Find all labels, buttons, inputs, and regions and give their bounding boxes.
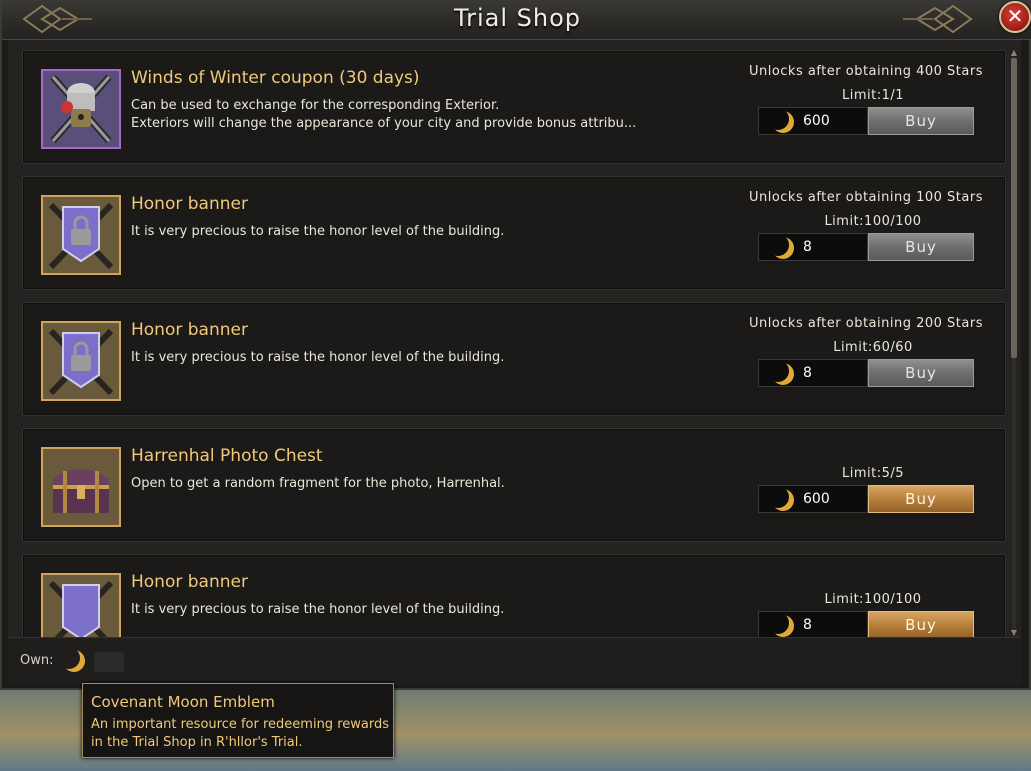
close-button[interactable]: ✕ xyxy=(999,1,1031,33)
close-icon: ✕ xyxy=(1006,4,1024,28)
item-description-line: It is very precious to raise the honor l… xyxy=(131,350,505,365)
unlock-requirement: Unlocks after obtaining 100 Stars xyxy=(748,190,983,205)
own-label: Own: xyxy=(20,653,54,668)
item-name: Honor banner xyxy=(131,194,248,214)
scroll-up-icon[interactable]: ▲ xyxy=(1009,48,1019,58)
item-description-line: Open to get a random fragment for the ph… xyxy=(131,476,505,491)
buy-button[interactable]: Buy xyxy=(868,359,974,387)
price-box: 8 xyxy=(758,611,868,637)
item-name: Honor banner xyxy=(131,320,248,340)
price-box: 8 xyxy=(758,359,868,387)
purchase-limit: Limit:100/100 xyxy=(824,214,922,229)
winter-coupon-icon xyxy=(41,69,121,149)
title-bar: Trial Shop ✕ xyxy=(2,0,1031,40)
list-scrollbar[interactable]: ▲ ▼ xyxy=(1009,48,1019,638)
tooltip-title: Covenant Moon Emblem xyxy=(91,693,275,711)
scroll-thumb[interactable] xyxy=(1011,58,1017,358)
unlock-requirement: Unlocks after obtaining 400 Stars xyxy=(748,64,983,79)
price-value: 8 xyxy=(803,365,812,381)
item-description-line: Exteriors will change the appearance of … xyxy=(131,116,637,131)
item-description-line: It is very precious to raise the honor l… xyxy=(131,602,505,617)
item-name: Winds of Winter coupon (30 days) xyxy=(131,68,420,88)
treasure-chest-icon xyxy=(41,447,121,527)
price-box: 600 xyxy=(758,485,868,513)
locked-honor-banner-icon xyxy=(41,195,121,275)
currency-tooltip: Covenant Moon Emblem An important resour… xyxy=(82,683,394,758)
buy-button[interactable]: Buy xyxy=(868,485,974,513)
currency-footer: Own: xyxy=(8,637,1021,685)
buy-button[interactable]: Buy xyxy=(868,611,974,637)
shop-item-honor-banner: Honor banner It is very precious to rais… xyxy=(22,302,1006,416)
shop-item-honor-banner: Honor banner It is very precious to rais… xyxy=(22,554,1006,637)
crescent-moon-icon xyxy=(767,613,794,637)
honor-banner-icon xyxy=(41,573,121,637)
item-description-line: Can be used to exchange for the correspo… xyxy=(131,98,500,113)
item-description: It is very precious to raise the honor l… xyxy=(131,601,671,619)
price-box: 600 xyxy=(758,107,868,135)
item-description-line: It is very precious to raise the honor l… xyxy=(131,224,505,239)
item-name: Honor banner xyxy=(131,572,248,592)
item-description: It is very precious to raise the honor l… xyxy=(131,223,671,241)
price-value: 8 xyxy=(803,617,812,633)
trial-shop-window: Trial Shop ✕ Winds of Winter coupon (30 … xyxy=(0,0,1031,690)
purchase-limit: Limit:1/1 xyxy=(841,88,905,103)
shop-item-list[interactable]: Winds of Winter coupon (30 days) Can be … xyxy=(8,40,1021,637)
buy-button[interactable]: Buy xyxy=(868,107,974,135)
purchase-limit: Limit:5/5 xyxy=(841,466,905,481)
crescent-moon-icon xyxy=(767,235,794,259)
purchase-limit: Limit:60/60 xyxy=(833,340,913,355)
crescent-moon-icon xyxy=(767,109,794,133)
crescent-moon-icon xyxy=(767,361,794,385)
price-box: 8 xyxy=(758,233,868,261)
crescent-moon-icon[interactable] xyxy=(56,647,90,675)
item-description: Open to get a random fragment for the ph… xyxy=(131,475,671,493)
price-value: 600 xyxy=(803,491,830,507)
crescent-moon-icon xyxy=(767,487,794,511)
window-title: Trial Shop xyxy=(453,4,582,32)
tooltip-description: An important resource for redeeming rewa… xyxy=(91,717,389,750)
buy-button[interactable]: Buy xyxy=(868,233,974,261)
ornament-right-icon xyxy=(903,4,973,34)
price-value: 8 xyxy=(803,239,812,255)
shop-item-honor-banner: Honor banner It is very precious to rais… xyxy=(22,176,1006,290)
shop-item-photo-chest: Harrenhal Photo Chest Open to get a rand… xyxy=(22,428,1006,542)
unlock-requirement: Unlocks after obtaining 200 Stars xyxy=(748,316,983,331)
item-name: Harrenhal Photo Chest xyxy=(131,446,323,466)
item-description: Can be used to exchange for the correspo… xyxy=(131,97,671,133)
price-value: 600 xyxy=(803,113,830,129)
locked-honor-banner-icon xyxy=(41,321,121,401)
own-amount xyxy=(94,652,124,672)
purchase-limit: Limit:100/100 xyxy=(824,592,922,607)
item-description: It is very precious to raise the honor l… xyxy=(131,349,671,367)
shop-item-winter-coupon: Winds of Winter coupon (30 days) Can be … xyxy=(22,50,1006,164)
